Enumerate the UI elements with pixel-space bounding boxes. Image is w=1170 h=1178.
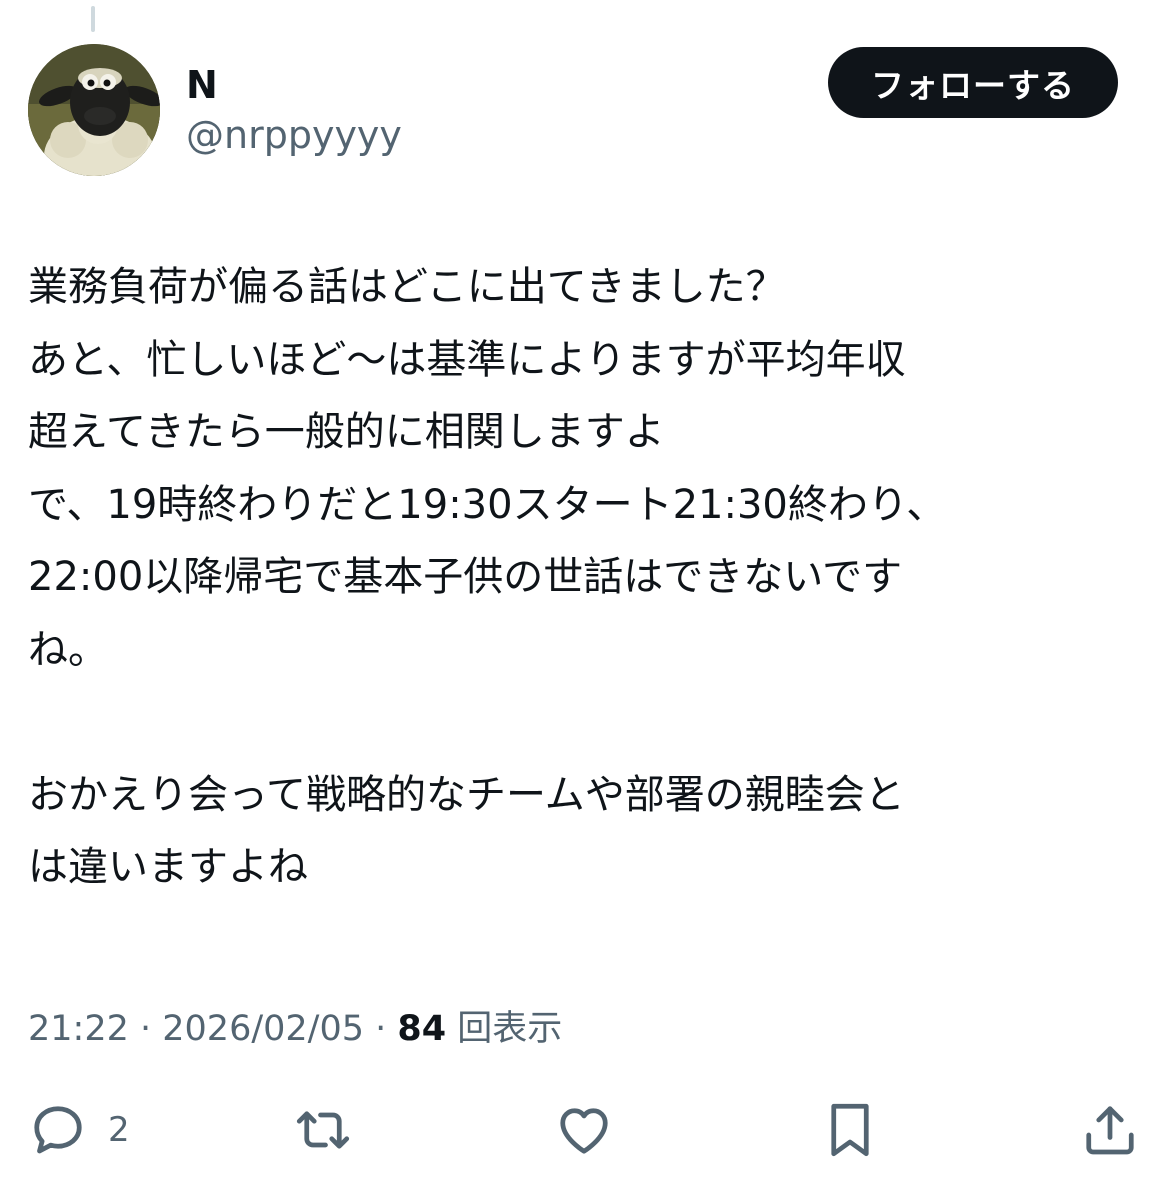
tweet-text-line: 22:00以降帰宅で基本子供の世話はできないです xyxy=(28,554,903,600)
tweet-metadata: 21:22 · 2026/02/05 · 84 回表示 xyxy=(28,1004,562,1054)
display-name[interactable]: N xyxy=(186,62,218,108)
views-count: 84 xyxy=(397,1009,447,1049)
tweet-text-line: で、19時終わりだと19:30スタート21:30終わり、 xyxy=(28,481,947,528)
retweet-button[interactable] xyxy=(290,1100,356,1160)
tweet-text-line: ね。 xyxy=(28,626,108,673)
share-icon xyxy=(1086,1106,1134,1155)
tweet-text-line: 超えてきたら一般的に相関しますよ xyxy=(28,409,665,455)
user-handle[interactable]: @nrppyyyy xyxy=(186,112,402,158)
follow-button[interactable]: フォローする xyxy=(828,47,1118,118)
tweet-text-line: は違いますよね xyxy=(28,844,308,890)
tweet-text-line: 業務負荷が偏る話はどこに出てきました？ xyxy=(28,264,786,310)
bookmark-button[interactable] xyxy=(822,1100,878,1160)
meta-separator: · xyxy=(364,1009,398,1049)
tweet-text-line: おかえり会って戦略的なチームや部署の親睦会と xyxy=(28,771,905,818)
tweet-text: 業務負荷が偏る話はどこに出てきました？ あと、忙しいほど〜は基準によりますが平均… xyxy=(28,251,1138,904)
avatar[interactable] xyxy=(28,44,160,176)
reply-icon xyxy=(34,1106,82,1154)
heart-icon xyxy=(560,1108,608,1154)
reply-button[interactable]: 2 xyxy=(28,1100,130,1160)
reply-count: 2 xyxy=(108,1110,130,1150)
like-button[interactable] xyxy=(554,1100,614,1160)
tweet-time[interactable]: 21:22 xyxy=(28,1009,129,1049)
views-label: 回表示 xyxy=(446,1009,563,1049)
tweet-date[interactable]: 2026/02/05 xyxy=(162,1009,364,1049)
action-bar: 2 xyxy=(0,1096,1170,1166)
share-button[interactable] xyxy=(1080,1100,1140,1160)
bookmark-icon xyxy=(831,1103,869,1157)
retweet-icon xyxy=(296,1111,350,1149)
tweet-text-line: あと、忙しいほど〜は基準によりますが平均年収 xyxy=(28,336,906,383)
meta-separator: · xyxy=(128,1009,163,1049)
tweet-text-blank-line xyxy=(28,686,1138,759)
sheep-avatar-icon xyxy=(28,44,160,176)
thread-connector-line xyxy=(91,6,95,32)
